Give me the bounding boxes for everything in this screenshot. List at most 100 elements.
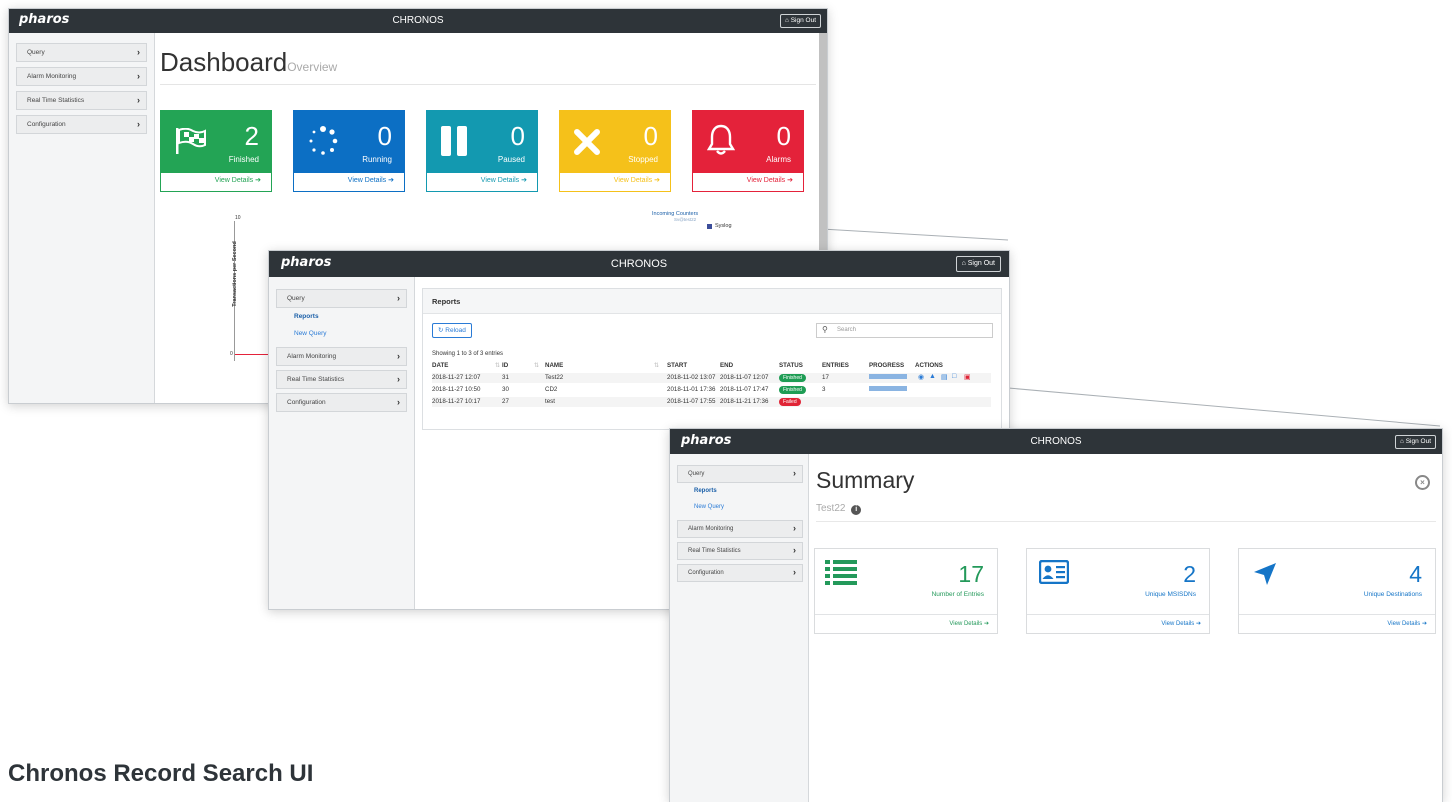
sidebar-sub-new-query[interactable]: New Query (294, 330, 327, 337)
card-label: Alarms (766, 155, 791, 164)
sort-icon: ⇅ (534, 362, 540, 369)
sign-out-button[interactable]: ⌂ Sign Out (779, 14, 821, 28)
card-stopped: 0 Stopped View Details ➔ (559, 110, 671, 192)
binoculars-icon[interactable]: ▲ (929, 373, 936, 380)
card-number-of-entries: 17 Number of Entries View Details ➔ (814, 548, 998, 634)
stop-x-icon (574, 129, 600, 155)
chevron-right-icon: › (793, 468, 796, 478)
view-details-link[interactable]: View Details ➔ (949, 620, 989, 627)
card-value: 17 (958, 561, 984, 587)
page-subtitle: Test22 i (816, 503, 862, 515)
chevron-right-icon: › (137, 119, 140, 129)
view-icon[interactable]: ◉ (918, 373, 924, 381)
sidebar-item-query[interactable]: Query › (677, 465, 803, 483)
chevron-right-icon: › (397, 293, 400, 303)
sidebar-sub-new-query[interactable]: New Query (694, 504, 724, 510)
sidebar-item-query[interactable]: Query › (16, 43, 147, 62)
view-details-link[interactable]: View Details ➔ (614, 176, 660, 184)
card-value: 0 (776, 121, 791, 151)
chart-ytick-top: 10 (235, 215, 241, 221)
view-details-link[interactable]: View Details ➔ (1161, 620, 1201, 627)
sidebar-sub-reports[interactable]: Reports (294, 313, 319, 320)
card-header: 0 Stopped (560, 111, 670, 173)
arrow-circle-icon: ➔ (983, 621, 989, 627)
card-alarms: 0 Alarms View Details ➔ (692, 110, 804, 192)
sidebar-item-configuration[interactable]: Configuration › (677, 564, 803, 582)
sidebar-item-alarm-monitoring[interactable]: Alarm Monitoring › (16, 67, 147, 86)
col-end[interactable]: END (720, 362, 733, 369)
sidebar-item-real-time-statistics[interactable]: Real Time Statistics › (276, 370, 407, 389)
sidebar-item-configuration[interactable]: Configuration › (276, 393, 407, 412)
search-box[interactable]: ⚲ Search (816, 323, 993, 338)
checkered-flag-icon (176, 128, 206, 154)
sidebar-sub-reports[interactable]: Reports (694, 488, 717, 494)
cell-end: 2018-11-07 12:07 (720, 374, 769, 381)
summary-window: pharos CHRONOS ⌂ Sign Out Query › Report… (669, 428, 1443, 802)
card-footer-divider (1027, 614, 1209, 615)
view-details-link[interactable]: View Details ➔ (747, 176, 793, 184)
sidebar-item-query[interactable]: Query › (276, 289, 407, 308)
reports-panel-header: Reports (423, 289, 1001, 314)
reload-button[interactable]: ↻ Reload (432, 323, 472, 338)
trash-icon[interactable]: ▣ (964, 373, 971, 381)
location-arrow-icon (1254, 563, 1276, 585)
heading-divider (160, 84, 816, 85)
view-details-link[interactable]: View Details ➔ (1387, 620, 1427, 627)
card-value: 0 (643, 121, 658, 151)
arrow-circle-icon: ➔ (521, 177, 527, 184)
col-id[interactable]: ID (502, 362, 508, 369)
chevron-right-icon: › (793, 523, 796, 533)
pdf-icon[interactable]: ▤ (941, 373, 948, 381)
sidebar-item-alarm-monitoring[interactable]: Alarm Monitoring › (276, 347, 407, 366)
app-title: CHRONOS (1030, 436, 1082, 447)
cell-entries: 17 (822, 374, 829, 381)
card-header: 0 Alarms (693, 111, 803, 173)
col-status[interactable]: STATUS (779, 362, 803, 369)
pause-icon (441, 126, 467, 156)
col-progress[interactable]: PROGRESS (869, 362, 904, 369)
chart-ylabel: Transactions per Second (232, 241, 238, 307)
page-subtitle: Overview (287, 60, 338, 74)
sidebar-item-configuration[interactable]: Configuration › (16, 115, 147, 134)
view-details-link[interactable]: View Details ➔ (215, 176, 261, 184)
chart-ytick-bottom: 0 (230, 351, 233, 357)
cell-name: Test22 (545, 374, 564, 381)
table-row[interactable]: 2018-11-27 10:17 27 test 2018-11-07 17:5… (432, 397, 991, 407)
col-date[interactable]: DATE (432, 362, 448, 369)
page-heading: DashboardOverview (160, 47, 337, 78)
file-icon[interactable]: □ (952, 373, 956, 380)
table-row[interactable]: 2018-11-27 10:50 30 CD2 2018-11-01 17:36… (432, 385, 991, 395)
col-actions[interactable]: ACTIONS (915, 362, 943, 369)
col-name[interactable]: NAME (545, 362, 563, 369)
status-badge: Finished (779, 386, 806, 394)
sign-out-button[interactable]: ⌂ Sign Out (955, 256, 1001, 272)
heading-divider (816, 521, 1436, 522)
table-row[interactable]: 2018-11-27 12:07 31 Test22 2018-11-02 13… (432, 373, 991, 383)
home-icon: ⌂ (784, 17, 789, 24)
info-icon[interactable]: i (851, 505, 862, 515)
sidebar-item-real-time-statistics[interactable]: Real Time Statistics › (677, 542, 803, 560)
home-icon: ⌂ (1399, 438, 1404, 445)
chart-subtitle: Sv@test22 (674, 217, 697, 222)
sign-out-button[interactable]: ⌂ Sign Out (1394, 435, 1436, 449)
chevron-right-icon: › (137, 71, 140, 81)
sidebar: Query › Reports New Query Alarm Monitori… (269, 277, 415, 609)
close-icon[interactable]: × (1415, 475, 1430, 490)
col-start[interactable]: START (667, 362, 687, 369)
arrow-circle-icon: ➔ (1195, 621, 1201, 627)
sidebar-item-alarm-monitoring[interactable]: Alarm Monitoring › (677, 520, 803, 538)
arrow-circle-icon: ➔ (787, 177, 793, 184)
status-badge: Failed (779, 398, 801, 406)
arrow-circle-icon: ➔ (388, 177, 394, 184)
card-label: Unique Destinations (1363, 591, 1422, 598)
table-header: DATE ⇅ ID ⇅ NAME ⇅ START END STATUS ENTR… (432, 362, 991, 372)
col-entries[interactable]: ENTRIES (822, 362, 849, 369)
view-details-link[interactable]: View Details ➔ (481, 176, 527, 184)
sidebar-item-real-time-statistics[interactable]: Real Time Statistics › (16, 91, 147, 110)
card-label: Number of Entries (931, 591, 984, 598)
cell-name: CD2 (545, 386, 558, 393)
page-caption: Chronos Record Search UI (8, 760, 314, 787)
view-details-link[interactable]: View Details ➔ (348, 176, 394, 184)
refresh-icon: ↻ (438, 327, 444, 334)
app-title: CHRONOS (610, 258, 668, 270)
